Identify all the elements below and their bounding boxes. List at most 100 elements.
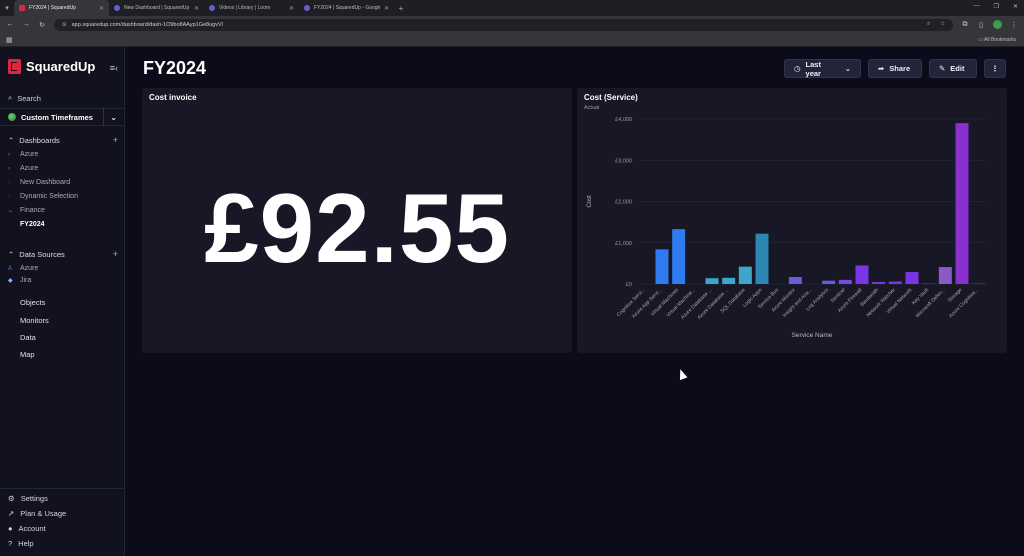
bar [755, 233, 769, 284]
sidebar-item-label: FY2024 [20, 221, 45, 228]
bar [888, 281, 902, 284]
all-bookmarks-button[interactable]: ▭ All Bookmarks [978, 37, 1016, 43]
timeframe-button[interactable]: ◷ Last year ⌄ [784, 59, 861, 78]
close-window-icon[interactable]: ✕ [1013, 3, 1018, 10]
share-button[interactable]: ➦ Share [868, 59, 922, 78]
brand-logo[interactable]: SquaredUp [8, 59, 95, 74]
sidebar-item-fy2024[interactable]: FY2024 [20, 221, 45, 228]
y-tick-label: £2,000 [615, 200, 632, 206]
browser-tab-1[interactable]: FY2024 | SquaredUp ✕ [14, 0, 109, 16]
cost-service-tile[interactable]: Cost (Service) Actual £0 £1,000 £2,000 £3,0… [577, 88, 1007, 353]
nav-plan-usage[interactable]: ↗ Plan & Usage [8, 509, 66, 518]
nav-objects[interactable]: Objects [20, 298, 45, 307]
back-icon[interactable]: ← [6, 21, 14, 28]
data-sources-section-header[interactable]: ⌃ Data Sources + [8, 249, 118, 259]
nav-settings[interactable]: ⚙ Settings [8, 494, 48, 503]
sidebar-item-dynamic-selection[interactable]: · Dynamic Selection [8, 193, 78, 200]
site-info-icon[interactable]: ⊙ [62, 22, 67, 28]
custom-timeframes-selector[interactable]: Custom Timeframes ⌄ [0, 108, 125, 126]
extensions-icon[interactable]: ⧉ [961, 21, 969, 29]
tab-title: Videos | Library | Loom [219, 5, 271, 11]
cost-invoice-tile[interactable]: Cost invoice £92.55 [142, 88, 572, 353]
x-tick-label: Azure Cognitive... [948, 287, 980, 319]
bar [672, 229, 686, 284]
bar [788, 276, 802, 284]
chevron-down-icon: ⌄ [8, 208, 14, 214]
all-bookmarks-label: All Bookmarks [984, 37, 1016, 43]
x-tick-label: Microsoft Defen... [915, 287, 947, 319]
bar [655, 249, 669, 284]
browser-tab-3[interactable]: Videos | Library | Loom ✕ [204, 0, 299, 16]
app-root: SquaredUp ≡‹ ⌕ Search Custom Timeframes … [0, 47, 1024, 556]
share-button-label: Share [889, 64, 911, 73]
close-tab-icon[interactable]: ✕ [289, 5, 294, 12]
side-panel-icon[interactable]: ▯ [977, 21, 985, 29]
bar [872, 281, 886, 284]
add-dashboard-icon[interactable]: + [113, 135, 118, 145]
maximize-icon[interactable]: ❐ [994, 3, 999, 10]
nav-data[interactable]: Data [20, 333, 36, 342]
chevron-up-icon: ⌃ [8, 249, 15, 259]
bar [955, 123, 969, 284]
main-content: FY2024 ◷ Last year ⌄ ➦ Share ✎ Edit ⋮ Co… [125, 47, 1024, 556]
apps-grid-icon[interactable]: ▦ [6, 36, 13, 44]
squaredup-logo-icon [8, 59, 21, 74]
bookmark-star-icon[interactable]: ☆ [940, 21, 945, 28]
browser-tab-2[interactable]: New Dashboard | SquaredUp ✕ [109, 0, 204, 16]
browser-tab-4[interactable]: FY2024 | SquaredUp - Google ✕ [299, 0, 394, 16]
bar [905, 272, 919, 284]
jira-icon: ◆ [8, 278, 13, 284]
close-tab-icon[interactable]: ✕ [99, 5, 104, 12]
tab-search-icon[interactable]: ▾ [0, 0, 14, 16]
new-tab-button[interactable]: + [394, 4, 408, 13]
zoom-icon[interactable]: ⌕ [927, 21, 930, 28]
squaredup-favicon-icon [114, 5, 120, 11]
collapse-sidebar-icon[interactable]: ≡‹ [110, 63, 118, 73]
settings-label: Settings [20, 494, 48, 503]
close-tab-icon[interactable]: ✕ [384, 5, 389, 12]
help-icon: ? [8, 539, 13, 548]
chevron-down-icon[interactable]: ⌄ [103, 108, 117, 126]
search-label: Search [17, 93, 41, 103]
reload-icon[interactable]: ↻ [38, 21, 46, 29]
x-axis-label: Service Name [792, 332, 833, 339]
sidebar-search[interactable]: ⌕ Search [8, 93, 41, 103]
address-bar[interactable]: ⊙ app.squaredup.com/dashboard/dash-1O9bo… [54, 18, 953, 31]
edit-button[interactable]: ✎ Edit [929, 59, 977, 78]
brand-name: SquaredUp [26, 59, 96, 74]
sidebar-item-azure-2[interactable]: › Azure [8, 165, 38, 172]
dot-icon: · [8, 193, 10, 200]
y-tick-label: £4,000 [615, 117, 632, 123]
sidebar-item-label: Azure [20, 165, 39, 172]
browser-menu-icon[interactable]: ⋮ [1010, 21, 1018, 29]
share-icon: ➦ [878, 64, 885, 73]
nav-monitors[interactable]: Monitors [20, 316, 49, 325]
sidebar-item-label: Dynamic Selection [20, 193, 78, 200]
nav-map[interactable]: Map [20, 350, 35, 359]
sidebar-item-azure-source[interactable]: A Azure [8, 265, 38, 272]
forward-icon[interactable]: → [22, 21, 30, 28]
profile-avatar[interactable] [993, 20, 1002, 29]
nav-account[interactable]: ● Account [8, 524, 46, 533]
bar [705, 278, 719, 284]
nav-help[interactable]: ? Help [8, 539, 34, 548]
sidebar-item-new-dashboard[interactable]: · New Dashboard [8, 179, 70, 186]
y-tick-label: £1,000 [615, 241, 632, 247]
add-data-source-icon[interactable]: + [113, 249, 118, 259]
kebab-menu-icon: ⋮ [991, 64, 999, 73]
sidebar-item-finance[interactable]: ⌄ Finance [8, 207, 45, 214]
sidebar-item-label: Finance [20, 207, 45, 214]
bar [855, 265, 869, 284]
dashboards-section-header[interactable]: ⌃ Dashboards + [8, 135, 118, 145]
close-tab-icon[interactable]: ✕ [194, 5, 199, 12]
globe-icon [8, 113, 16, 121]
data-sources-label: Data Sources [19, 249, 65, 259]
minimize-icon[interactable]: — [974, 3, 980, 10]
more-options-button[interactable]: ⋮ [984, 59, 1006, 78]
plan-usage-label: Plan & Usage [20, 509, 67, 518]
sidebar-item-jira-source[interactable]: ◆ Jira [8, 277, 31, 284]
sidebar-item-azure[interactable]: › Azure [8, 151, 38, 158]
tab-title: FY2024 | SquaredUp - Google [314, 5, 380, 11]
edit-button-label: Edit [950, 64, 965, 73]
sidebar-bottom [0, 488, 125, 489]
